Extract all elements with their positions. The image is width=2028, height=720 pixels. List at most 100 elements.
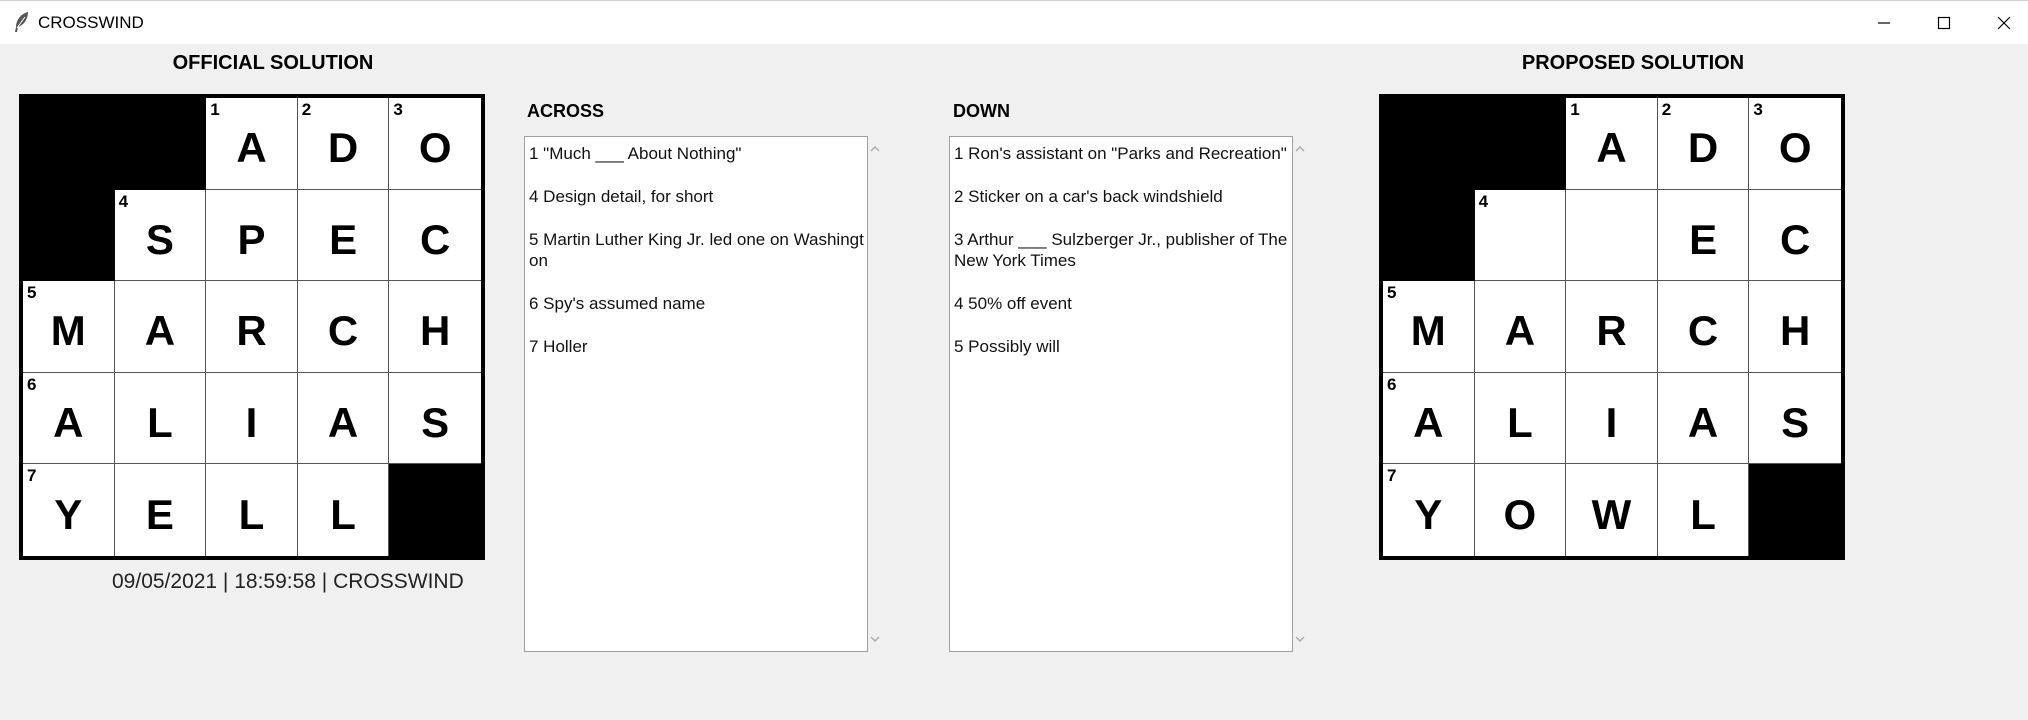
grid-cell[interactable]: 2D: [1657, 98, 1750, 190]
cell-letter: A: [1687, 399, 1719, 447]
grid-cell[interactable]: R: [1566, 281, 1658, 373]
grid-cell[interactable]: 2D: [297, 98, 390, 190]
grid-cell[interactable]: 3O: [1749, 98, 1841, 190]
grid-cell[interactable]: I: [1566, 372, 1658, 465]
grid-cell[interactable]: 7Y: [1383, 464, 1475, 556]
grid-cell[interactable]: S: [1749, 372, 1841, 465]
clue-number: 4: [1478, 191, 1489, 211]
grid-cell[interactable]: O: [1474, 464, 1567, 556]
grid-cell[interactable]: H: [1749, 281, 1841, 373]
maximize-button[interactable]: [1914, 1, 1974, 45]
cell-letter: H: [1780, 307, 1811, 355]
grid-cell[interactable]: A: [297, 372, 390, 465]
grid-cell[interactable]: 1A: [1566, 98, 1658, 190]
minimize-button[interactable]: [1854, 1, 1914, 45]
grid-cell[interactable]: H: [389, 281, 481, 373]
across-listbox[interactable]: 1 "Much ___ About Nothing" 4 Design detai…: [524, 136, 868, 652]
status-footer: 09/05/2021 | 18:59:58 | CROSSWIND: [112, 570, 464, 593]
grid-cell[interactable]: L: [1474, 372, 1567, 465]
clue-item[interactable]: 1 Ron's assistant on "Parks and Recreati…: [954, 143, 1290, 164]
grid-cell[interactable]: 5M: [1383, 281, 1475, 373]
grid-cell[interactable]: E: [114, 464, 207, 556]
clue-number: 2: [301, 100, 312, 119]
clue-number: 6: [27, 374, 37, 394]
cell-letter: D: [1687, 124, 1719, 172]
proposed-solution-title: PROPOSED SOLUTION: [1521, 52, 1745, 74]
cell-letter: E: [145, 491, 174, 539]
grid-cell[interactable]: 4: [1474, 189, 1567, 282]
proposed-solution-grid: 1A2D3O4EC5MARCH6ALIAS7YOWL: [1379, 94, 1845, 560]
title-bar: CROSSWIND: [0, 0, 2028, 45]
clue-item[interactable]: 4 50% off event: [954, 293, 1290, 314]
down-scrollbar[interactable]: [1289, 136, 1311, 652]
grid-block: [23, 98, 115, 190]
grid-cell[interactable]: L: [297, 464, 390, 556]
clue-item[interactable]: 1 "Much ___ About Nothing": [529, 143, 865, 164]
cell-letter: E: [1689, 215, 1718, 263]
grid-cell[interactable]: L: [1657, 464, 1750, 556]
cell-letter: L: [1690, 491, 1716, 539]
cell-letter: C: [327, 307, 359, 355]
grid-cell[interactable]: C: [1657, 281, 1750, 373]
clue-number: 5: [27, 283, 37, 303]
scroll-up-icon[interactable]: [1293, 142, 1307, 156]
grid-block: [389, 464, 481, 556]
grid-cell[interactable]: I: [206, 372, 298, 465]
grid-cell[interactable]: C: [389, 189, 481, 282]
clue-item[interactable]: 2 Sticker on a car's back windshield: [954, 186, 1290, 207]
grid-cell[interactable]: S: [389, 372, 481, 465]
clue-item[interactable]: 7 Holler: [529, 336, 865, 357]
grid-cell[interactable]: A: [1474, 281, 1567, 373]
grid-cell[interactable]: C: [297, 281, 390, 373]
grid-cell[interactable]: W: [1566, 464, 1658, 556]
grid-cell[interactable]: 6A: [1383, 372, 1475, 465]
grid-cell[interactable]: 1A: [206, 98, 298, 190]
cell-letter: L: [1507, 399, 1533, 447]
clue-item[interactable]: 3 Arthur ___ Sulzberger Jr., publisher o…: [954, 229, 1290, 271]
grid-cell[interactable]: 6A: [23, 372, 115, 465]
feather-icon: [15, 12, 28, 32]
grid-block: [114, 98, 207, 190]
cell-letter: A: [1504, 307, 1536, 355]
across-scrollbar[interactable]: [864, 136, 886, 652]
scroll-up-icon[interactable]: [868, 142, 882, 156]
grid-cell[interactable]: E: [1657, 189, 1750, 282]
grid-cell[interactable]: 4S: [114, 189, 207, 282]
clue-item[interactable]: 6 Spy's assumed name: [529, 293, 865, 314]
clue-number: 6: [1387, 374, 1397, 394]
clue-item[interactable]: 5 Possibly will: [954, 336, 1290, 357]
across-clue-list: 1 "Much ___ About Nothing" 4 Design detai…: [525, 137, 867, 357]
grid-cell[interactable]: L: [206, 464, 298, 556]
grid-cell[interactable]: P: [206, 189, 298, 282]
down-listbox[interactable]: 1 Ron's assistant on "Parks and Recreati…: [949, 136, 1293, 652]
grid-cell[interactable]: C: [1749, 189, 1841, 282]
grid-cell[interactable]: E: [297, 189, 390, 282]
grid-cell[interactable]: L: [114, 372, 207, 465]
scroll-down-icon[interactable]: [868, 632, 882, 646]
down-clue-list: 1 Ron's assistant on "Parks and Recreati…: [950, 137, 1292, 357]
grid-block: [1383, 98, 1475, 190]
clue-item[interactable]: 5 Martin Luther King Jr. led one on Wash…: [529, 229, 865, 271]
scroll-down-icon[interactable]: [1293, 632, 1307, 646]
cell-letter: C: [1687, 307, 1719, 355]
clue-item[interactable]: 4 Design detail, for short: [529, 186, 865, 207]
clue-number: 4: [118, 191, 129, 211]
clue-number: 1: [210, 100, 220, 119]
grid-cell[interactable]: R: [206, 281, 298, 373]
grid-cell[interactable]: 5M: [23, 281, 115, 373]
grid-cell[interactable]: A: [114, 281, 207, 373]
clue-number: 1: [1570, 100, 1580, 119]
grid-cell[interactable]: A: [1657, 372, 1750, 465]
down-label: DOWN: [953, 101, 1010, 121]
grid-block: [1474, 98, 1567, 190]
grid-cell[interactable]: 7Y: [23, 464, 115, 556]
cell-letter: L: [238, 491, 265, 539]
grid-cell[interactable]: 3O: [389, 98, 481, 190]
cell-letter: R: [1596, 307, 1627, 355]
close-icon: [1997, 16, 2011, 30]
clue-number: 7: [1387, 466, 1397, 486]
cell-letter: C: [420, 215, 451, 263]
grid-cell[interactable]: [1566, 189, 1658, 282]
cell-letter: A: [1596, 124, 1627, 172]
close-button[interactable]: [1974, 1, 2028, 45]
